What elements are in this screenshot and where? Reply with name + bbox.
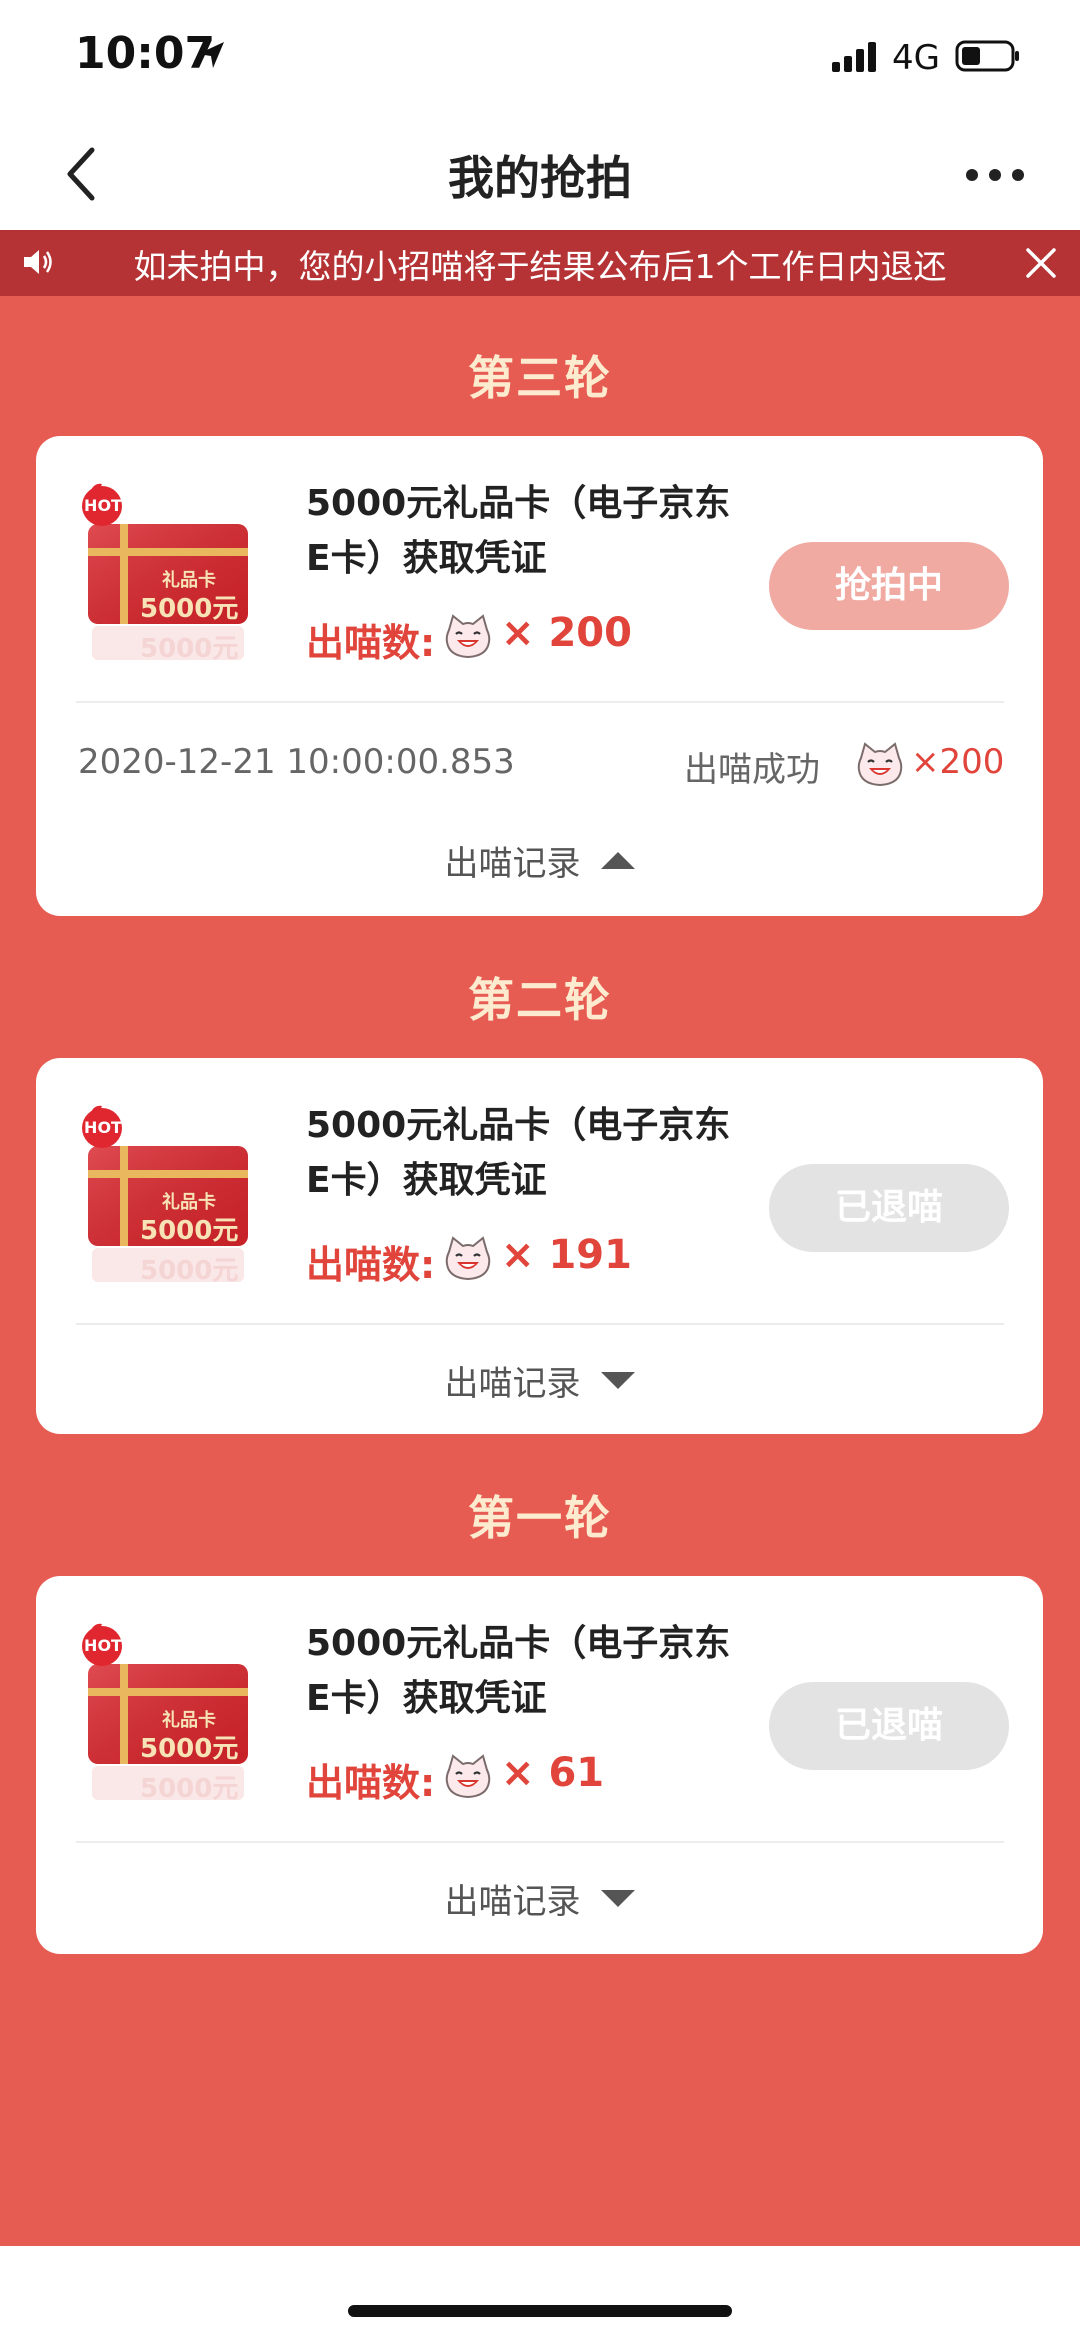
bid-label: 出喵数: <box>306 1761 436 1805</box>
page-title: 我的抢拍 <box>448 151 632 205</box>
battery-icon <box>955 40 1019 72</box>
record-toggle[interactable]: 出喵记录 <box>36 1356 1043 1405</box>
card-value: 5000元 <box>140 594 239 624</box>
item-title-line1: 5000元礼品卡（电子京东 <box>306 1623 731 1664</box>
bid-label: 出喵数: <box>306 621 436 665</box>
cellular-signal-icon <box>832 42 876 72</box>
round-title: 第一轮 <box>468 1491 612 1545</box>
record-amount: ×200 <box>911 742 1005 782</box>
item-title: 5000元礼品卡（电子京东 E卡）获取凭证 <box>306 1616 766 1726</box>
cat-coin-icon <box>444 612 492 660</box>
gift-card-thumbnail: HOT 礼品卡 5000元 5000元 <box>78 1616 258 1806</box>
close-icon[interactable] <box>1022 244 1060 282</box>
divider <box>76 1323 1004 1325</box>
auction-card: HOT 礼品卡 5000元 5000元 5000元礼品卡（电子京东 E卡）获取凭… <box>36 1576 1043 1954</box>
record-toggle-label: 出喵记录 <box>444 844 581 884</box>
notice-banner: 如未拍中，您的小招喵将于结果公布后1个工作日内退还 <box>0 230 1080 296</box>
notice-text: 如未拍中，您的小招喵将于结果公布后1个工作日内退还 <box>133 247 947 286</box>
network-type: 4G <box>892 38 940 78</box>
record-time: 2020-12-21 10:00:00.853 <box>78 742 515 782</box>
card-value-reflection: 5000元 <box>140 634 239 664</box>
status-button[interactable]: 已退喵 <box>769 1682 1009 1770</box>
item-title: 5000元礼品卡（电子京东 E卡）获取凭证 <box>306 476 766 586</box>
gift-card-thumbnail: HOT 礼品卡 5000元 5000元 <box>78 476 258 666</box>
divider <box>76 1841 1004 1843</box>
bid-count: × 61 <box>501 1750 605 1796</box>
item-title-line2: E卡）获取凭证 <box>306 1160 547 1201</box>
status-bar: 10:07 4G <box>0 0 1080 120</box>
chevron-down-icon <box>600 1372 635 1389</box>
item-title-line1: 5000元礼品卡（电子京东 <box>306 483 731 524</box>
home-indicator[interactable] <box>348 2305 732 2317</box>
chevron-up-icon <box>600 852 635 869</box>
card-value: 5000元 <box>140 1216 239 1246</box>
card-value: 5000元 <box>140 1734 239 1764</box>
chevron-down-icon <box>600 1890 635 1907</box>
card-value-reflection: 5000元 <box>140 1256 239 1286</box>
hot-badge: HOT <box>84 1636 122 1655</box>
record-toggle-label: 出喵记录 <box>444 1364 581 1404</box>
status-button[interactable]: 已退喵 <box>769 1164 1009 1252</box>
gift-card-thumbnail: HOT 礼品卡 5000元 5000元 <box>78 1098 258 1288</box>
cat-coin-icon <box>856 740 904 788</box>
nav-bar: 我的抢拍 <box>0 120 1080 230</box>
auction-card: HOT 礼品卡 5000元 5000元 5000元礼品卡（电子京东 E卡）获取凭… <box>36 436 1043 916</box>
item-title: 5000元礼品卡（电子京东 E卡）获取凭证 <box>306 1098 766 1208</box>
record-status: 出喵成功 <box>684 750 820 790</box>
hot-badge: HOT <box>84 1118 122 1137</box>
more-options-icon[interactable] <box>960 150 1030 200</box>
divider <box>76 701 1004 703</box>
record-toggle[interactable]: 出喵记录 <box>36 836 1043 885</box>
bid-count: × 200 <box>501 610 632 656</box>
auction-list: 第三轮 HOT 礼品卡 5000元 5000元 5000元礼品卡（电子京东 E卡… <box>0 296 1080 2246</box>
bid-label: 出喵数: <box>306 1243 436 1287</box>
status-button[interactable]: 抢拍中 <box>769 542 1009 630</box>
card-value-reflection: 5000元 <box>140 1774 239 1804</box>
item-title-line1: 5000元礼品卡（电子京东 <box>306 1105 731 1146</box>
auction-card: HOT 礼品卡 5000元 5000元 5000元礼品卡（电子京东 E卡）获取凭… <box>36 1058 1043 1434</box>
item-title-line2: E卡）获取凭证 <box>306 1678 547 1719</box>
item-title-line2: E卡）获取凭证 <box>306 538 547 579</box>
cat-coin-icon <box>444 1752 492 1800</box>
cat-coin-icon <box>444 1234 492 1282</box>
hot-badge: HOT <box>84 496 122 515</box>
bottom-bar <box>0 2246 1080 2337</box>
round-title: 第三轮 <box>468 351 612 405</box>
location-arrow-icon <box>198 42 224 68</box>
record-toggle[interactable]: 出喵记录 <box>36 1874 1043 1923</box>
round-title: 第二轮 <box>468 973 612 1027</box>
record-toggle-label: 出喵记录 <box>444 1882 581 1922</box>
bid-count: × 191 <box>501 1232 632 1278</box>
